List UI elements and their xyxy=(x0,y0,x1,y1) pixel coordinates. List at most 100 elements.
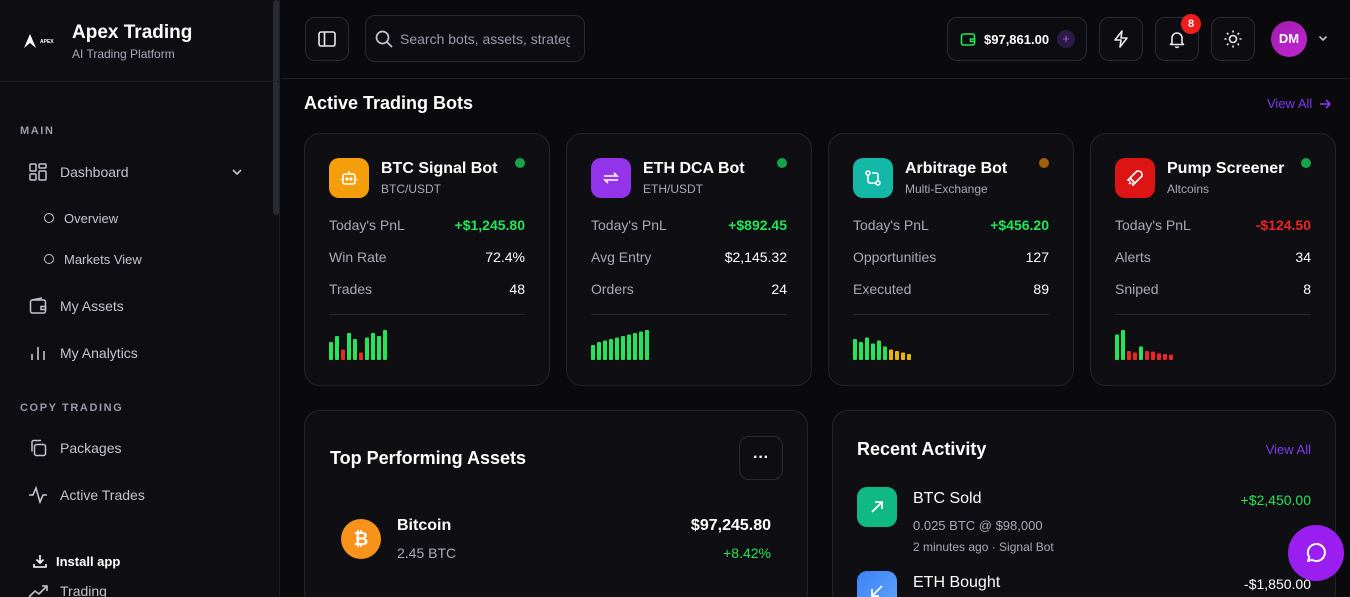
sidebar-item-my-analytics[interactable]: My Analytics xyxy=(28,341,138,365)
stat-label: Win Rate xyxy=(329,249,387,265)
mini-chart-bar xyxy=(889,349,893,360)
arrow-up-right-icon xyxy=(871,501,883,513)
bot-stat-row: Avg Entry $2,145.32 xyxy=(591,249,787,267)
stat-value: +$456.20 xyxy=(990,217,1049,233)
bot-status-dot xyxy=(515,158,525,168)
bot-stat-row: Sniped 8 xyxy=(1115,281,1311,299)
sidebar-item-overview[interactable]: Overview xyxy=(44,208,118,228)
search-box[interactable] xyxy=(365,15,585,62)
brand: APEX Apex Trading AI Trading Platform xyxy=(0,0,279,82)
mini-chart-bar xyxy=(1115,334,1119,360)
bot-card-btc-signal[interactable]: BTC Signal Bot BTC/USDT Today's PnL +$1,2… xyxy=(304,133,550,386)
sidebar-item-trading[interactable]: Trading xyxy=(28,579,107,597)
mini-chart-bar xyxy=(615,337,619,360)
bitcoin-glyph: ₿ xyxy=(354,529,369,549)
wallet-icon xyxy=(960,33,976,46)
mini-chart-bar xyxy=(1127,351,1131,360)
panel-left-icon xyxy=(318,31,336,47)
mini-chart-bar xyxy=(353,339,357,360)
bot-mini-chart xyxy=(853,337,911,360)
sidebar-item-label: Dashboard xyxy=(60,164,129,180)
mini-chart-bar xyxy=(621,336,625,360)
plus-icon[interactable]: + xyxy=(1057,30,1076,48)
wallet-balance: $97,861.00 xyxy=(984,31,1050,47)
activity-view-all-link[interactable]: View All xyxy=(1266,442,1311,457)
download-icon xyxy=(33,555,47,568)
sidebar-item-label: Markets View xyxy=(64,251,142,267)
asset-quantity: 2.45 BTC xyxy=(397,545,457,561)
app-root: APEX Apex Trading AI Trading Platform MA… xyxy=(0,0,1350,597)
bot-card-pump-screener[interactable]: Pump Screener Altcoins Today's PnL -$124.… xyxy=(1090,133,1336,386)
mini-chart-bar xyxy=(1157,353,1161,360)
stat-label: Executed xyxy=(853,281,912,297)
more-options-button[interactable]: ··· xyxy=(739,436,783,480)
mini-chart-bar xyxy=(329,342,333,360)
mini-chart-bar xyxy=(383,330,387,360)
stat-value: 72.4% xyxy=(485,249,525,265)
stat-value: -$124.50 xyxy=(1255,217,1311,233)
bot-stat-row: Today's PnL +$456.20 xyxy=(853,217,1049,235)
divider xyxy=(329,314,525,315)
repeat-icon xyxy=(603,172,619,184)
mini-chart-bar xyxy=(609,339,613,360)
sidebar-item-markets-view[interactable]: Markets View xyxy=(44,249,142,269)
mini-chart-bar xyxy=(859,342,863,360)
sidebar-item-my-assets[interactable]: My Assets xyxy=(28,294,124,318)
sidebar-item-active-trades[interactable]: Active Trades xyxy=(28,483,145,507)
mini-chart-bar xyxy=(377,336,381,360)
chevron-down-icon[interactable] xyxy=(1317,32,1329,44)
arrow-right-icon xyxy=(1320,98,1332,109)
bot-stat-row: Trades 48 xyxy=(329,281,525,299)
chevron-down-icon[interactable] xyxy=(230,165,244,179)
install-app-button[interactable]: Install app xyxy=(18,546,158,576)
bot-card-arbitrage[interactable]: Arbitrage Bot Multi-Exchange Today's PnL… xyxy=(828,133,1074,386)
bot-stat-row: Win Rate 72.4% xyxy=(329,249,525,267)
bot-icon-tile xyxy=(329,158,369,198)
mini-chart-bar xyxy=(877,340,881,360)
quick-actions-button[interactable] xyxy=(1099,17,1143,61)
stat-value: +$892.45 xyxy=(728,217,787,233)
activity-icon-tile xyxy=(857,487,897,527)
mini-chart-bar xyxy=(1139,346,1143,360)
robot-icon xyxy=(340,171,358,185)
wallet-balance-button[interactable]: $97,861.00 + xyxy=(947,17,1087,61)
bot-name: Pump Screener xyxy=(1167,160,1285,177)
mini-chart-bar xyxy=(603,340,607,360)
mini-chart-bar xyxy=(633,333,637,360)
stat-value: $2,145.32 xyxy=(724,249,787,265)
mini-chart-bar xyxy=(639,331,643,360)
sidebar-toggle-button[interactable] xyxy=(305,17,349,61)
bot-card-eth-dca[interactable]: ETH DCA Bot ETH/USDT Today's PnL +$892.45… xyxy=(566,133,812,386)
stat-label: Today's PnL xyxy=(329,217,405,233)
sidebar-item-label: Packages xyxy=(60,440,122,456)
bot-pair: Altcoins xyxy=(1167,182,1210,196)
dashboard-grid-icon xyxy=(28,162,48,182)
mini-chart-bar xyxy=(335,336,339,360)
mini-chart-bar xyxy=(591,345,595,360)
bots-view-all-link[interactable]: View All xyxy=(1267,96,1332,111)
mini-chart-bar xyxy=(1121,330,1125,360)
sidebar-item-packages[interactable]: Packages xyxy=(28,436,121,460)
chat-support-button[interactable] xyxy=(1288,525,1344,581)
asset-name: Bitcoin xyxy=(397,517,452,534)
search-input[interactable] xyxy=(400,30,570,47)
stat-value: 8 xyxy=(1303,281,1311,297)
bot-name: Arbitrage Bot xyxy=(905,160,1008,177)
message-circle-icon xyxy=(1306,543,1326,563)
sidebar-item-dashboard[interactable]: Dashboard xyxy=(28,160,129,184)
asset-change: +8.42% xyxy=(723,545,771,561)
git-compare-icon xyxy=(865,170,881,186)
activity-amount: +$2,450.00 xyxy=(1240,492,1311,508)
bar-chart-icon xyxy=(28,343,48,363)
user-avatar[interactable]: DM xyxy=(1271,21,1307,57)
bot-status-dot xyxy=(1039,158,1049,168)
recent-activity-title: Recent Activity xyxy=(857,439,987,459)
svg-text:₿: ₿ xyxy=(354,529,369,549)
stat-label: Today's PnL xyxy=(591,217,667,233)
bot-pair: ETH/USDT xyxy=(643,182,703,196)
bot-mini-chart xyxy=(591,330,649,360)
mini-chart-bar xyxy=(359,352,363,360)
bot-status-dot xyxy=(777,158,787,168)
theme-toggle-button[interactable] xyxy=(1211,17,1255,61)
bot-pair: Multi-Exchange xyxy=(905,182,988,196)
